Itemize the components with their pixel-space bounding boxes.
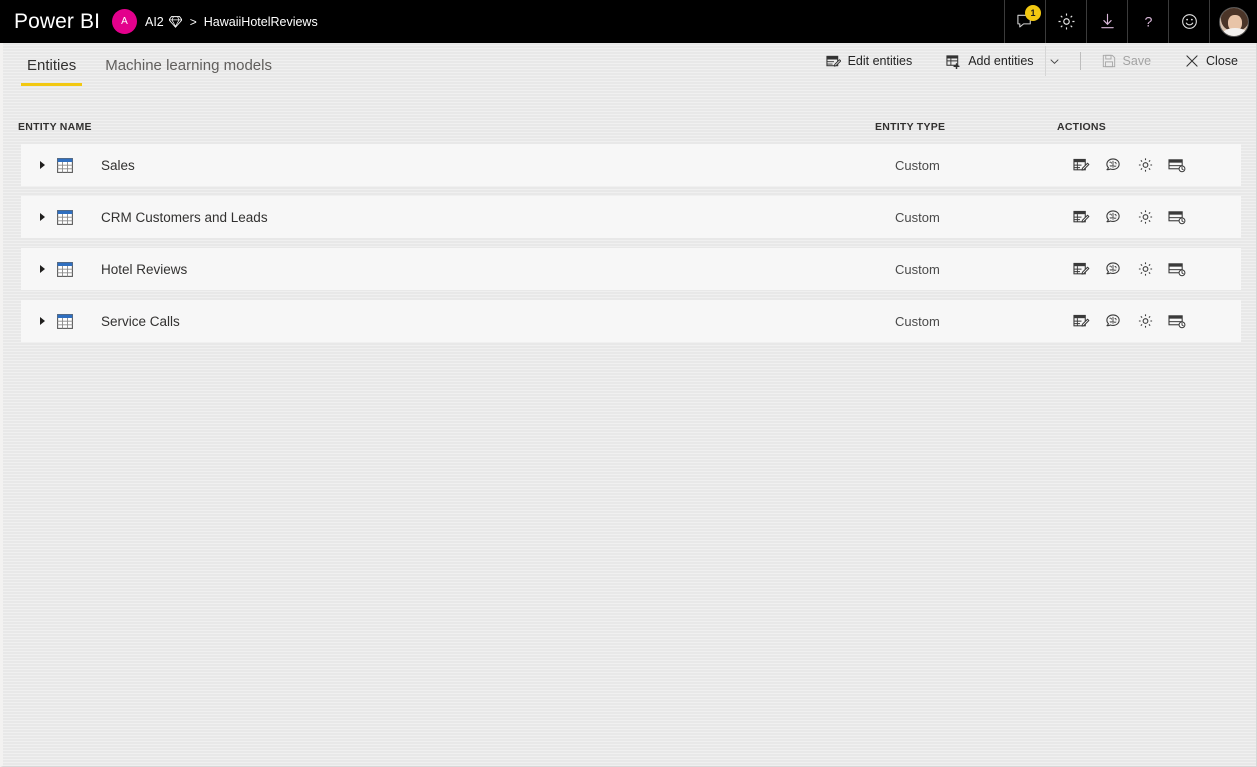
expand-row-toggle[interactable] [29,265,55,273]
save-button[interactable]: Save [1093,46,1161,76]
entity-settings-icon[interactable] [1133,257,1157,281]
close-button[interactable]: Close [1176,46,1247,76]
entity-list-header: ENTITY NAME ENTITY TYPE ACTIONS [3,121,1256,143]
apply-ml-model-icon[interactable] [1101,153,1125,177]
toolbar-divider [1079,52,1081,70]
table-row[interactable]: Hotel Reviews Custom [21,248,1241,290]
table-row[interactable]: Service Calls Custom [21,300,1241,342]
add-entities-button[interactable]: Add entities [937,46,1042,76]
expand-row-toggle[interactable] [29,317,55,325]
tab-entities[interactable]: Entities [21,57,83,86]
edit-entity-icon[interactable] [1069,309,1093,333]
row-actions-group [1069,257,1189,281]
chevron-down-icon [1049,56,1060,67]
column-header-entity-name: ENTITY NAME [18,121,92,133]
entity-type-label: Custom [895,209,940,225]
notification-count-badge: 1 [1025,5,1041,21]
tab-machine-learning-models[interactable]: Machine learning models [99,57,278,86]
help-button[interactable]: ? [1127,0,1168,43]
chevron-right-icon [39,265,45,273]
close-label: Close [1206,54,1238,68]
edit-entity-icon[interactable] [1069,205,1093,229]
table-icon [55,209,75,225]
tab-machine-learning-models-label: Machine learning models [105,57,272,74]
feedback-button[interactable] [1168,0,1209,43]
save-disk-icon [1102,54,1116,68]
add-entities-dropdown-button[interactable] [1044,46,1066,76]
topbar-actions-group: 1 ? [1004,0,1257,43]
entity-settings-icon[interactable] [1133,153,1157,177]
edit-table-icon [826,54,841,69]
expand-row-toggle[interactable] [29,161,55,169]
apply-ml-model-icon[interactable] [1101,205,1125,229]
apply-ml-model-icon[interactable] [1101,309,1125,333]
settings-button[interactable] [1045,0,1086,43]
entity-list: Sales Custom CRM Customers and Leads Cus… [21,144,1241,352]
entity-name-label: Sales [101,157,135,173]
breadcrumb-separator: > [189,14,197,29]
svg-text:?: ? [1144,14,1152,30]
entity-type-label: Custom [895,157,940,173]
top-navigation-bar: Power BI A AI2 > HawaiiHotelReviews 1 ? [0,0,1257,43]
entity-type-label: Custom [895,313,940,329]
view-tabs: Entities Machine learning models [21,57,295,86]
entity-type-label: Custom [895,261,940,277]
notifications-button[interactable]: 1 [1004,0,1045,43]
edit-entity-icon[interactable] [1069,257,1093,281]
entity-settings-icon[interactable] [1133,309,1157,333]
workspace-avatar: A [112,9,137,34]
close-x-icon [1185,54,1199,68]
add-entities-label: Add entities [968,54,1034,68]
add-table-icon [946,54,961,69]
edit-entities-label: Edit entities [847,54,913,68]
incremental-refresh-icon[interactable] [1165,153,1189,177]
chevron-right-icon [39,213,45,221]
edit-entities-button[interactable]: Edit entities [817,46,922,76]
entity-name-label: Hotel Reviews [101,261,188,277]
table-icon [55,261,75,277]
column-header-actions: ACTIONS [1057,121,1106,133]
table-icon [55,157,75,173]
avatar [1218,6,1249,37]
breadcrumb-workspace[interactable]: AI2 [145,15,164,29]
incremental-refresh-icon[interactable] [1165,309,1189,333]
entity-settings-icon[interactable] [1133,205,1157,229]
incremental-refresh-icon[interactable] [1165,257,1189,281]
row-actions-group [1069,309,1189,333]
apply-ml-model-icon[interactable] [1101,257,1125,281]
row-actions-group [1069,153,1189,177]
dataflow-editor-canvas: Edit entities Add entities Save Close En… [0,43,1257,767]
chevron-right-icon [39,161,45,169]
table-row[interactable]: Sales Custom [21,144,1241,186]
edit-entity-icon[interactable] [1069,153,1093,177]
breadcrumb-dataflow-name[interactable]: HawaiiHotelReviews [204,15,318,29]
account-button[interactable] [1209,0,1257,43]
chevron-right-icon [39,317,45,325]
table-icon [55,313,75,329]
entity-name-label: Service Calls [101,313,180,329]
power-bi-logo[interactable]: Power BI [0,10,112,34]
downloads-button[interactable] [1086,0,1127,43]
expand-row-toggle[interactable] [29,213,55,221]
table-row[interactable]: CRM Customers and Leads Custom [21,196,1241,238]
entity-name-label: CRM Customers and Leads [101,209,268,225]
incremental-refresh-icon[interactable] [1165,205,1189,229]
tab-entities-label: Entities [27,57,77,74]
save-label: Save [1122,54,1152,68]
column-header-entity-type: ENTITY TYPE [875,121,946,133]
premium-diamond-icon [168,15,182,28]
row-actions-group [1069,205,1189,229]
